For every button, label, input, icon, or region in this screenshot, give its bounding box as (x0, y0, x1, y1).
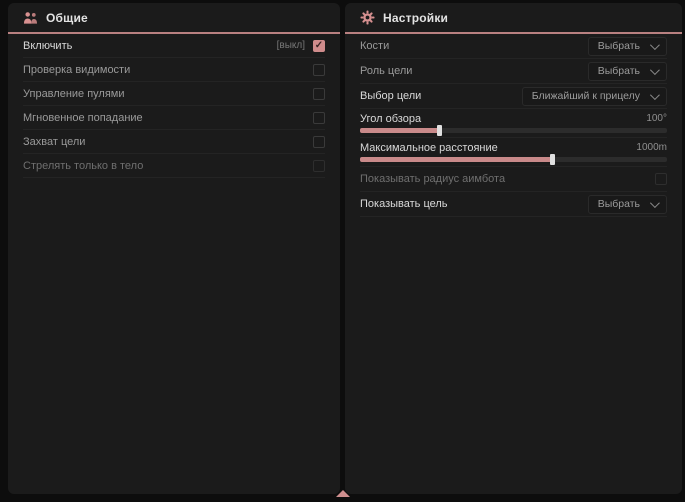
row-target-role-label: Роль цели (360, 65, 412, 77)
row-target-select-dropdown[interactable]: Ближайший к прицелу (522, 87, 667, 106)
row-bullet-control-checkbox[interactable]: ✓ (313, 88, 325, 100)
row-fov-value: 100° (646, 113, 667, 124)
row-body-only-label: Стрелять только в тело (23, 160, 143, 172)
row-target-role-dropdown-value: Выбрать (598, 65, 640, 77)
check-icon: ✓ (315, 41, 323, 51)
row-show-target-label: Показывать цель (360, 198, 448, 210)
row-visibility-check-label: Проверка видимости (23, 64, 130, 76)
row-enable[interactable]: Включить [выкл] ✓ (23, 34, 325, 58)
row-fov: Угол обзора 100° (360, 109, 667, 138)
row-fov-label: Угол обзора (360, 113, 421, 125)
chevron-down-icon (650, 40, 660, 50)
chevron-down-icon (650, 65, 660, 75)
gear-icon (360, 10, 375, 25)
row-instant-hit-checkbox[interactable]: ✓ (313, 112, 325, 124)
row-max-distance-slider[interactable] (360, 157, 667, 162)
row-bullet-control[interactable]: Управление пулями ✓ (23, 82, 325, 106)
chevron-down-icon (650, 90, 660, 100)
chevron-down-icon (650, 198, 660, 208)
row-bones: Кости Выбрать (360, 34, 667, 59)
row-max-distance-slider-thumb[interactable] (550, 154, 555, 165)
row-bones-dropdown-value: Выбрать (598, 40, 640, 52)
row-fov-slider-fill (360, 128, 440, 133)
row-bones-dropdown[interactable]: Выбрать (588, 37, 667, 56)
panel-settings-title: Настройки (383, 11, 448, 25)
row-enable-keybind: [выкл] (277, 40, 305, 51)
row-show-radius[interactable]: Показывать радиус аимбота ✓ (360, 167, 667, 192)
row-target-role: Роль цели Выбрать (360, 59, 667, 84)
panel-general-header: Общие (8, 3, 340, 32)
panel-general-rows: Включить [выкл] ✓ Проверка видимости ✓ У… (8, 34, 340, 178)
panel-settings-rows: Кости Выбрать Роль цели Выбрать Выбор це… (345, 34, 682, 217)
panel-settings: Настройки Кости Выбрать Роль цели Выбрат… (345, 3, 682, 494)
row-body-only-checkbox[interactable]: ✓ (313, 160, 325, 172)
row-show-radius-checkbox[interactable]: ✓ (655, 173, 667, 185)
row-enable-checkbox[interactable]: ✓ (313, 40, 325, 52)
row-max-distance-value: 1000m (636, 142, 667, 153)
row-target-select: Выбор цели Ближайший к прицелу (360, 84, 667, 109)
row-target-lock[interactable]: Захват цели ✓ (23, 130, 325, 154)
row-max-distance-slider-fill (360, 157, 553, 162)
row-max-distance: Максимальное расстояние 1000m (360, 138, 667, 167)
users-icon (23, 10, 38, 25)
row-max-distance-label: Максимальное расстояние (360, 142, 498, 154)
row-target-select-label: Выбор цели (360, 90, 421, 102)
row-target-select-dropdown-value: Ближайший к прицелу (532, 90, 640, 102)
panel-general-title: Общие (46, 11, 88, 25)
row-fov-slider[interactable] (360, 128, 667, 133)
arrow-up-icon[interactable] (336, 490, 350, 497)
row-instant-hit[interactable]: Мгновенное попадание ✓ (23, 106, 325, 130)
row-visibility-check[interactable]: Проверка видимости ✓ (23, 58, 325, 82)
panel-general: Общие Включить [выкл] ✓ Проверка видимос… (8, 3, 340, 494)
row-show-target-dropdown-value: Выбрать (598, 198, 640, 210)
row-target-role-dropdown[interactable]: Выбрать (588, 62, 667, 81)
row-show-target: Показывать цель Выбрать (360, 192, 667, 217)
row-show-radius-label: Показывать радиус аимбота (360, 173, 505, 185)
row-body-only[interactable]: Стрелять только в тело ✓ (23, 154, 325, 178)
row-bullet-control-label: Управление пулями (23, 88, 125, 100)
row-target-lock-checkbox[interactable]: ✓ (313, 136, 325, 148)
row-bones-label: Кости (360, 40, 389, 52)
row-enable-label: Включить (23, 40, 72, 52)
row-target-lock-label: Захват цели (23, 136, 85, 148)
row-visibility-check-checkbox[interactable]: ✓ (313, 64, 325, 76)
row-fov-slider-thumb[interactable] (437, 125, 442, 136)
row-show-target-dropdown[interactable]: Выбрать (588, 195, 667, 214)
mod-menu: Общие Включить [выкл] ✓ Проверка видимос… (0, 0, 685, 502)
row-instant-hit-label: Мгновенное попадание (23, 112, 143, 124)
panel-settings-header: Настройки (345, 3, 682, 32)
